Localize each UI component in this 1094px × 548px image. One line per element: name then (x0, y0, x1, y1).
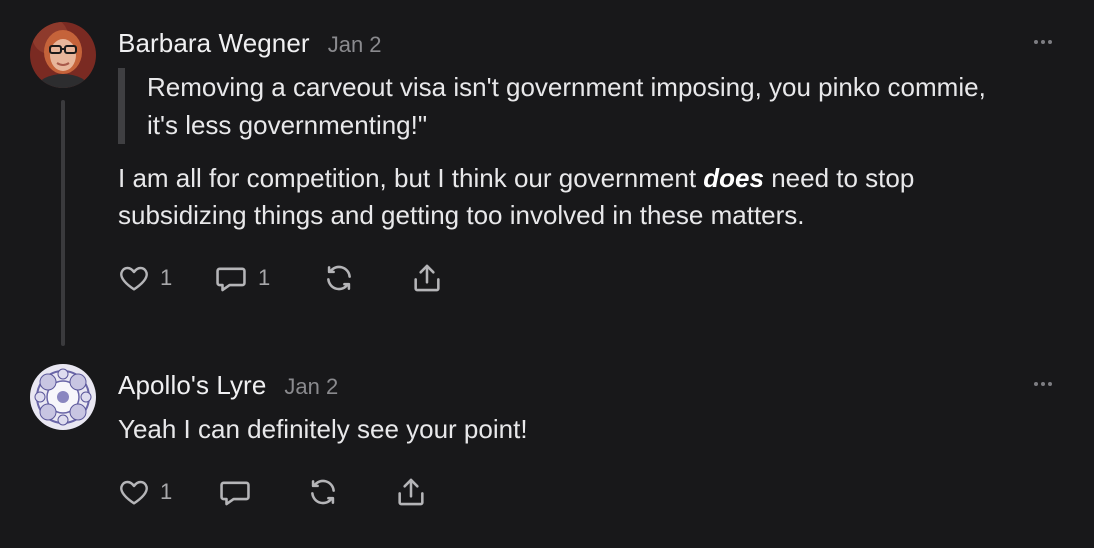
share-icon (414, 264, 440, 292)
author-name[interactable]: Barbara Wegner (118, 28, 310, 59)
more-options-button[interactable] (1030, 376, 1056, 392)
reply-button[interactable] (218, 474, 252, 510)
avatar-apollos-lyre[interactable] (30, 364, 96, 430)
comments-thread: Barbara Wegner Jan 2 Removing a carveout… (0, 0, 1094, 548)
heart-icon (120, 266, 148, 291)
like-button[interactable]: 1 (118, 260, 172, 296)
quote-line: it's less governmenting!" (147, 110, 428, 140)
more-icon (1034, 382, 1038, 386)
author-name[interactable]: Apollo's Lyre (118, 370, 266, 401)
like-count: 1 (160, 265, 173, 290)
restack-button[interactable] (306, 474, 340, 510)
comment-icon (220, 481, 250, 506)
reply-count: 1 (258, 265, 271, 290)
comment-barbara-wegner: Barbara Wegner Jan 2 Removing a carveout… (0, 0, 1094, 350)
body-text: I am all for competition, but I think ou… (118, 163, 704, 193)
share-icon (398, 478, 424, 506)
share-button[interactable] (394, 474, 428, 510)
reply-button[interactable]: 1 (214, 260, 270, 296)
body-text: Yeah I can definitely see your point! (118, 414, 528, 444)
body-text: subsidizing things and getting too invol… (118, 200, 805, 230)
share-button[interactable] (410, 260, 444, 296)
avatar-barbara-wegner[interactable] (30, 22, 96, 88)
like-button[interactable]: 1 (118, 474, 172, 510)
comment-body: I am all for competition, but I think ou… (118, 160, 1068, 234)
more-options-button[interactable] (1030, 34, 1056, 50)
quote-line: Removing a carveout visa isn't governmen… (147, 72, 986, 102)
body-text: need to stop (763, 163, 915, 193)
comment-apollos-lyre: Apollo's Lyre Jan 2 Yeah I can definitel… (0, 350, 1094, 548)
comment-date[interactable]: Jan 2 (284, 374, 338, 400)
comment-body: Yeah I can definitely see your point! (118, 411, 1068, 448)
comment-header: Barbara Wegner Jan 2 (118, 28, 382, 59)
more-icon (1034, 40, 1038, 44)
restack-icon (327, 265, 351, 291)
like-count: 1 (160, 479, 173, 504)
restack-icon (311, 479, 335, 505)
quoted-text: Removing a carveout visa isn't governmen… (118, 68, 1068, 144)
comment-date[interactable]: Jan 2 (328, 32, 382, 58)
comment-icon (216, 267, 246, 292)
restack-button[interactable] (322, 260, 356, 296)
heart-icon (120, 480, 148, 505)
thread-line (61, 100, 65, 346)
comment-header: Apollo's Lyre Jan 2 (118, 370, 338, 401)
emphasis-text: does (703, 163, 764, 193)
